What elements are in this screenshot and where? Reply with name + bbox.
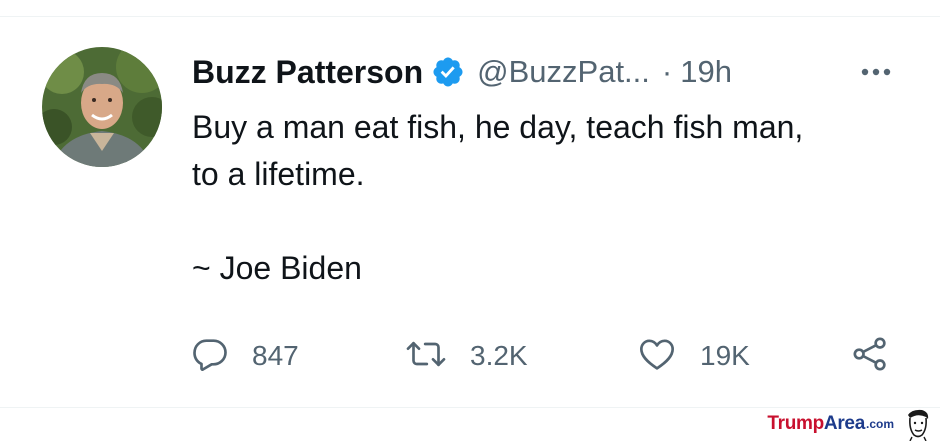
- tweet-text-line: ~ Joe Biden: [192, 250, 362, 286]
- retweet-icon: [404, 334, 448, 379]
- tweet-text: Buy a man eat fish, he day, teach fish m…: [192, 104, 912, 292]
- watermark-text-area: Area: [823, 413, 865, 434]
- share-button[interactable]: [850, 332, 890, 380]
- like-count: 19K: [700, 340, 750, 371]
- tweet-card: Buzz Patterson @BuzzPat... · 19h Buy a m…: [0, 0, 940, 444]
- tweet-text-line: Buy a man eat fish, he day, teach fish m…: [192, 109, 804, 145]
- author-handle[interactable]: @BuzzPat...: [477, 54, 650, 90]
- watermark-text-suffix: .com: [865, 417, 894, 431]
- retweet-count: 3.2K: [470, 340, 528, 371]
- author-avatar[interactable]: [42, 47, 162, 167]
- watermark: Trump Area .com: [767, 406, 932, 442]
- tweet-header: Buzz Patterson @BuzzPat... · 19h: [192, 48, 732, 96]
- tweet-actions-bar: 847 3.2K 19K: [190, 332, 910, 380]
- reply-button[interactable]: 847: [190, 332, 299, 380]
- reply-count: 847: [252, 340, 299, 371]
- more-options-icon[interactable]: [856, 58, 896, 86]
- verified-badge-icon: [431, 55, 465, 89]
- tweet-text-line: to a lifetime.: [192, 156, 365, 192]
- tweet-timestamp[interactable]: 19h: [680, 54, 732, 90]
- like-button[interactable]: 19K: [636, 332, 750, 380]
- top-divider: [0, 16, 940, 17]
- avatar-photo: [42, 47, 162, 167]
- heart-icon: [636, 334, 678, 379]
- retweet-button[interactable]: 3.2K: [404, 332, 528, 380]
- author-name[interactable]: Buzz Patterson: [192, 54, 423, 91]
- cartoon-face-icon: [902, 407, 932, 442]
- reply-icon: [190, 334, 230, 379]
- watermark-text-trump: Trump: [767, 413, 824, 434]
- share-icon: [850, 334, 890, 379]
- separator-dot: ·: [661, 54, 673, 89]
- tweet-text-line: [192, 198, 912, 245]
